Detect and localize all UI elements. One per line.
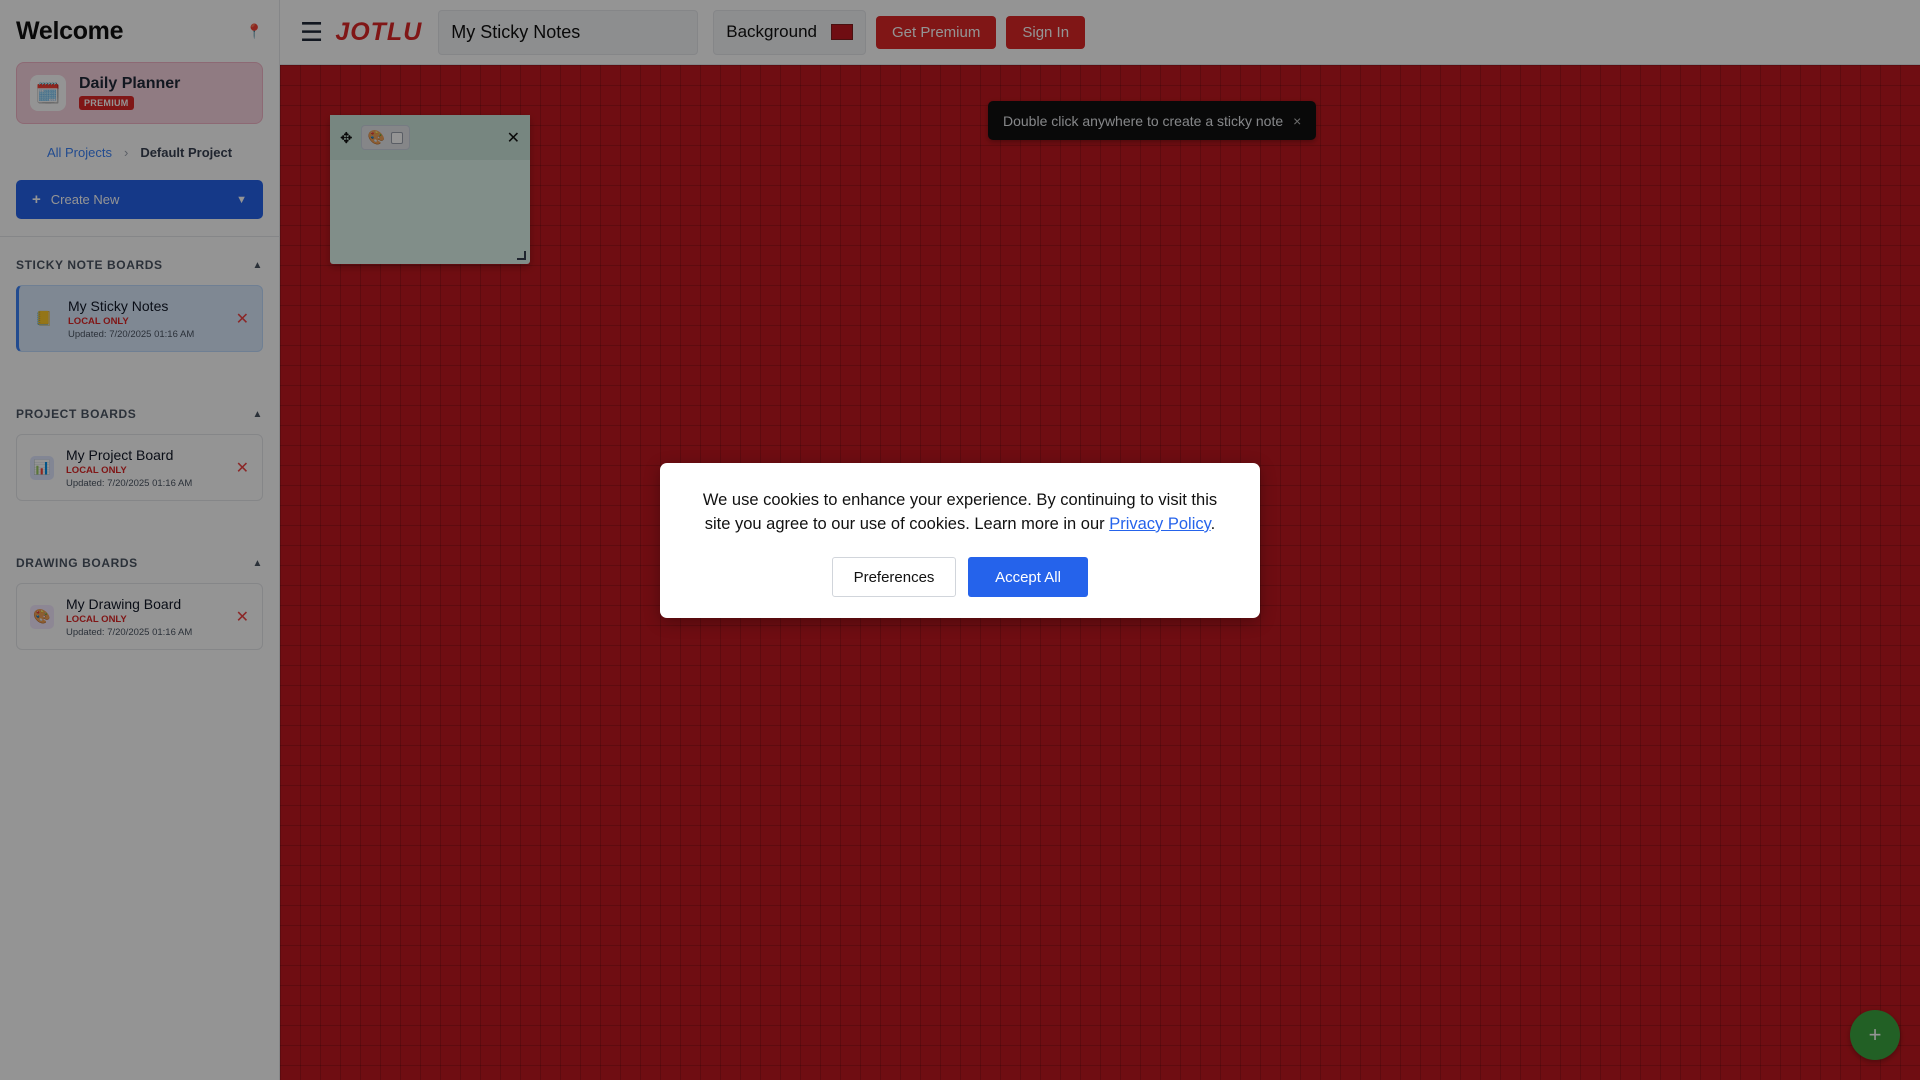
- privacy-policy-link[interactable]: Privacy Policy: [1109, 515, 1210, 533]
- preferences-button[interactable]: Preferences: [832, 557, 956, 597]
- cookie-text-end: .: [1210, 515, 1216, 533]
- cookie-message: We use cookies to enhance your experienc…: [690, 488, 1230, 536]
- cookie-consent-dialog: We use cookies to enhance your experienc…: [660, 463, 1260, 618]
- accept-all-button[interactable]: Accept All: [968, 557, 1088, 597]
- cookie-buttons: Preferences Accept All: [690, 557, 1230, 597]
